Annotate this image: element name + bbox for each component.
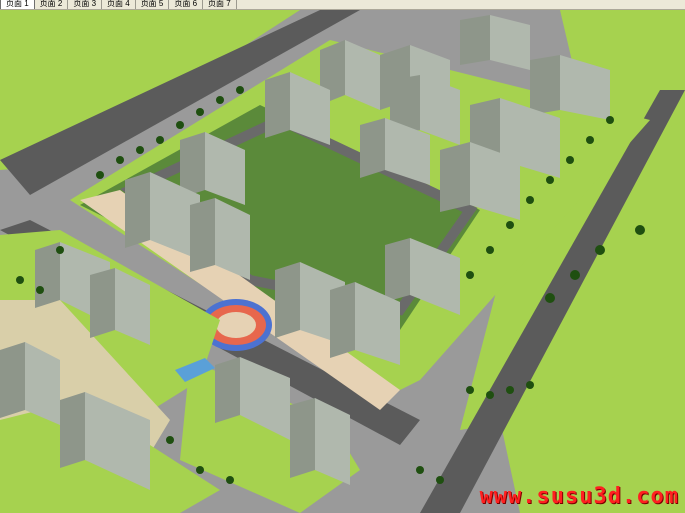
scene-tab-1[interactable]: 页面 1	[0, 0, 35, 9]
scene-tab-6[interactable]: 页面 6	[169, 0, 204, 9]
aerial-site-model	[0, 10, 685, 513]
3d-viewport[interactable]: www.susu3d.com	[0, 10, 685, 513]
scene-tab-4[interactable]: 页面 4	[102, 0, 136, 9]
scene-tab-5[interactable]: 页面 5	[135, 0, 170, 9]
scene-tab-3[interactable]: 页面 3	[68, 0, 103, 9]
roundabout-center	[216, 312, 256, 338]
modeling-app-window: 页面 1 页面 2 页面 3 页面 4 页面 5 页面 6 页面 7 www.s…	[0, 0, 685, 513]
scene-tab-2[interactable]: 页面 2	[34, 0, 69, 9]
watermark-text: www.susu3d.com	[479, 484, 679, 509]
scene-tab-bar: 页面 1 页面 2 页面 3 页面 4 页面 5 页面 6 页面 7	[0, 0, 685, 10]
scene-tab-7[interactable]: 页面 7	[203, 0, 237, 9]
